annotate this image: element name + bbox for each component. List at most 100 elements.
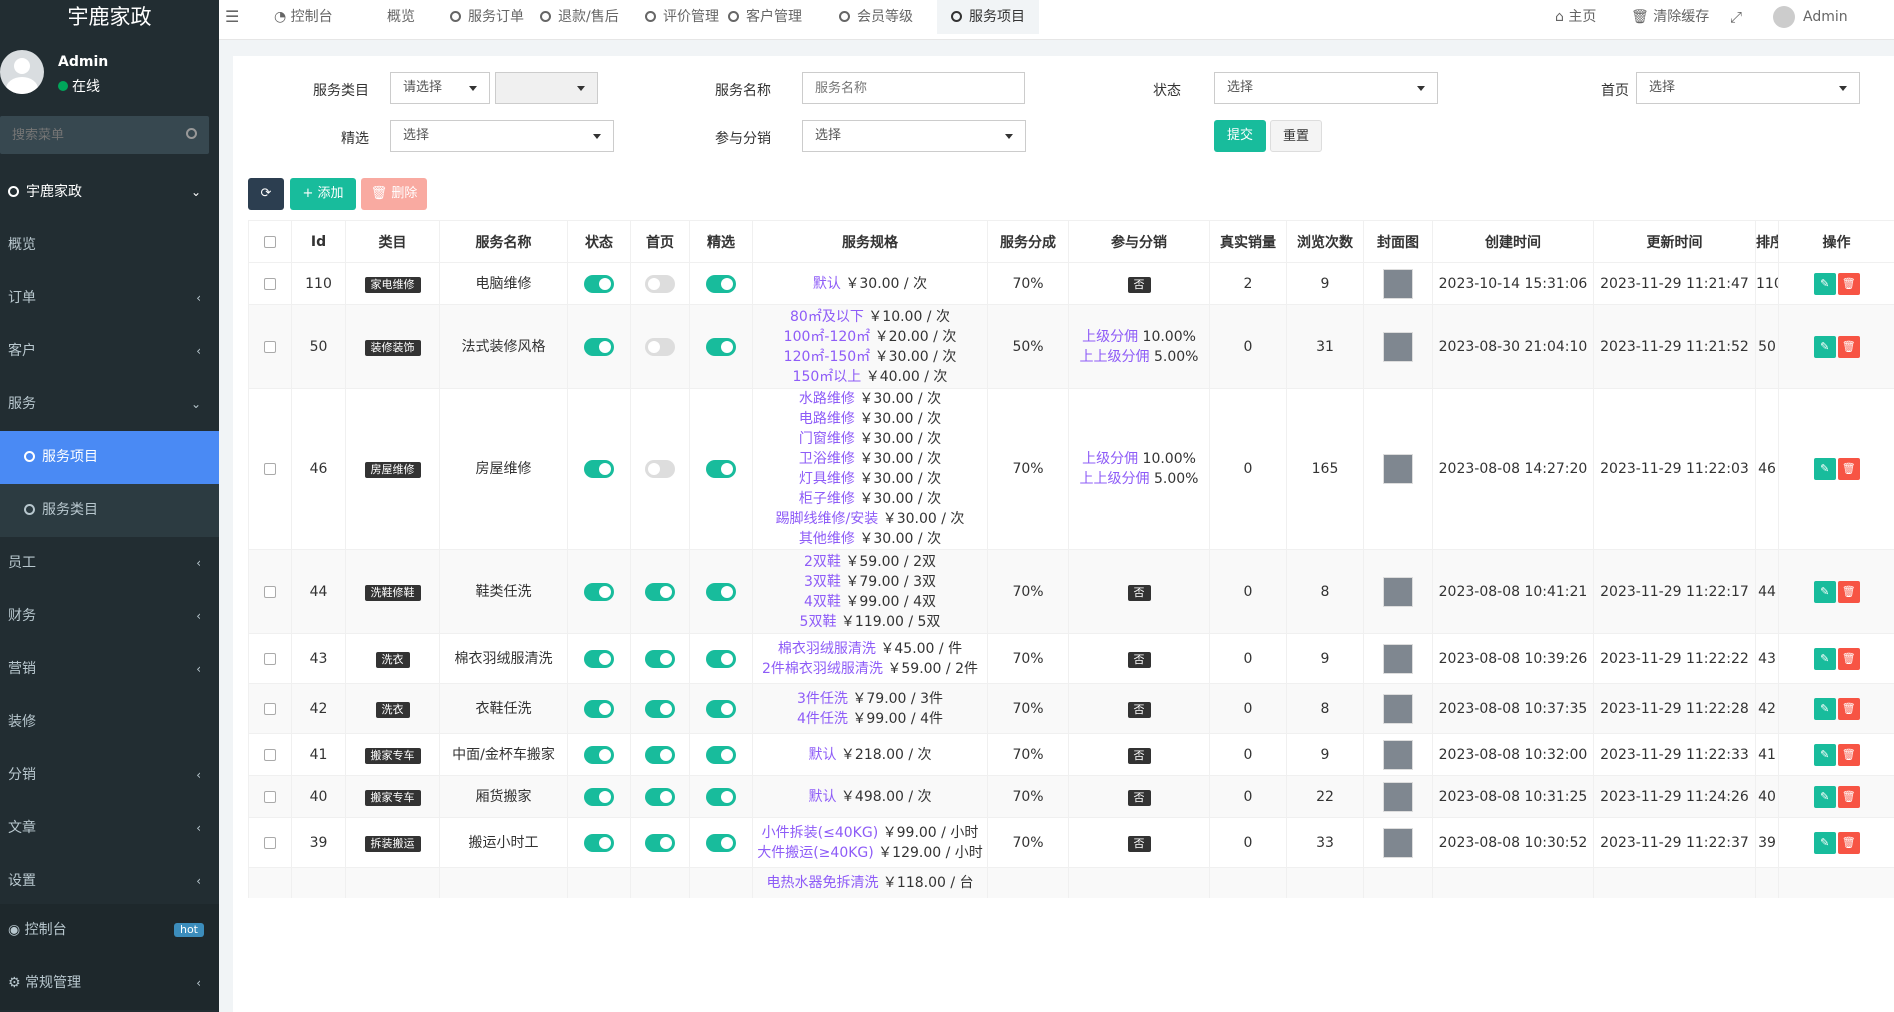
tab-0[interactable]: ◔ 控制台 [260,0,347,34]
column-header[interactable]: 状态 [568,221,631,263]
status-toggle[interactable] [584,460,614,478]
status-toggle[interactable] [584,700,614,718]
column-header[interactable]: 更新时间 [1594,221,1756,263]
sidebar-item-5[interactable]: 服务项目 [0,431,219,484]
featured-toggle[interactable] [706,275,736,293]
home-select[interactable]: 选择 [1636,72,1860,104]
sidebar-item-11[interactable]: 分销‹ [0,749,219,802]
refresh-button[interactable]: ⟳ [248,178,284,210]
featured-toggle[interactable] [706,338,736,356]
column-header[interactable]: 服务分成 [988,221,1069,263]
column-header[interactable]: 排序 [1756,221,1779,263]
column-header[interactable]: 首页 [631,221,690,263]
row-checkbox[interactable] [264,463,276,475]
column-header[interactable]: 封面图 [1364,221,1433,263]
cover-image[interactable] [1383,644,1413,674]
category-select[interactable]: 请选择 [390,72,490,104]
sidebar-item-3[interactable]: 客户‹ [0,325,219,378]
column-header[interactable]: 精选 [690,221,753,263]
home-toggle[interactable] [645,788,675,806]
row-checkbox[interactable] [264,791,276,803]
sidebar-item-1[interactable]: 概览 [0,219,219,272]
cover-image[interactable] [1383,577,1413,607]
cover-image[interactable] [1383,828,1413,858]
status-toggle[interactable] [584,275,614,293]
search-icon[interactable] [186,128,197,139]
edit-button[interactable]: ✎ [1814,786,1836,808]
subcategory-select[interactable] [495,72,598,104]
column-header[interactable]: 类目 [346,221,440,263]
edit-button[interactable]: ✎ [1814,648,1836,670]
app-logo[interactable]: 宇鹿家政 [0,0,219,42]
sidebar-item-0[interactable]: 宇鹿家政⌄ [0,166,219,219]
home-toggle[interactable] [645,338,675,356]
sidebar-item-14[interactable]: ◉ 控制台hot [0,904,219,957]
home-toggle[interactable] [645,275,675,293]
delete-row-button[interactable]: 🗑 [1838,273,1860,295]
fullscreen-icon[interactable]: ⤢ [1730,0,1742,34]
cover-image[interactable] [1383,269,1413,299]
edit-button[interactable]: ✎ [1814,336,1836,358]
delete-row-button[interactable]: 🗑 [1838,786,1860,808]
sidebar-item-4[interactable]: 服务⌄ [0,378,219,431]
delete-row-button[interactable]: 🗑 [1838,458,1860,480]
edit-button[interactable]: ✎ [1814,832,1836,854]
delete-row-button[interactable]: 🗑 [1838,648,1860,670]
sidebar-item-7[interactable]: 员工‹ [0,537,219,590]
row-checkbox[interactable] [264,837,276,849]
edit-button[interactable]: ✎ [1814,458,1836,480]
column-header[interactable]: 服务名称 [440,221,568,263]
sidebar-item-6[interactable]: 服务类目 [0,484,219,537]
home-toggle[interactable] [645,650,675,668]
reset-button[interactable]: 重置 [1270,120,1322,152]
sidebar-item-13[interactable]: 设置‹ [0,855,219,908]
menu-search-input[interactable] [0,116,180,154]
status-toggle[interactable] [584,746,614,764]
sidebar-item-15[interactable]: ⚙ 常规管理‹ [0,957,219,1010]
edit-button[interactable]: ✎ [1814,744,1836,766]
cover-image[interactable] [1383,694,1413,724]
row-checkbox[interactable] [264,341,276,353]
clear-cache-link[interactable]: 🗑 清除缓存 [1631,0,1709,34]
delete-row-button[interactable]: 🗑 [1838,336,1860,358]
column-header[interactable]: 浏览次数 [1287,221,1364,263]
edit-button[interactable]: ✎ [1814,698,1836,720]
edit-button[interactable]: ✎ [1814,581,1836,603]
row-checkbox[interactable] [264,653,276,665]
column-header[interactable]: Id [292,221,346,263]
cover-image[interactable] [1383,740,1413,770]
featured-toggle[interactable] [706,788,736,806]
tab-3[interactable]: 退款/售后 [526,0,633,34]
status-select[interactable]: 选择 [1214,72,1438,104]
tab-5[interactable]: 客户管理 [714,0,816,34]
column-header[interactable]: 真实销量 [1210,221,1287,263]
delete-row-button[interactable]: 🗑 [1838,581,1860,603]
tab-6[interactable]: 会员等级 [825,0,927,34]
status-toggle[interactable] [584,583,614,601]
featured-toggle[interactable] [706,746,736,764]
service-name-input[interactable] [802,72,1025,104]
admin-menu[interactable]: Admin [1773,0,1848,34]
row-checkbox[interactable] [264,749,276,761]
sidebar-item-9[interactable]: 营销‹ [0,643,219,696]
home-link[interactable]: ⌂ 主页 [1555,0,1596,34]
featured-toggle[interactable] [706,650,736,668]
tab-7[interactable]: 服务项目 [937,0,1039,34]
menu-toggle-icon[interactable]: ☰ [219,0,249,34]
cover-image[interactable] [1383,782,1413,812]
cover-image[interactable] [1383,454,1413,484]
distribution-select[interactable]: 选择 [802,120,1026,152]
column-header[interactable]: 服务规格 [753,221,988,263]
delete-row-button[interactable]: 🗑 [1838,832,1860,854]
featured-toggle[interactable] [706,700,736,718]
cover-image[interactable] [1383,332,1413,362]
column-header[interactable]: 参与分销 [1069,221,1210,263]
home-toggle[interactable] [645,583,675,601]
row-checkbox[interactable] [264,586,276,598]
delete-button[interactable]: 🗑 删除 [361,178,427,210]
sidebar-item-12[interactable]: 文章‹ [0,802,219,855]
home-toggle[interactable] [645,460,675,478]
status-toggle[interactable] [584,650,614,668]
edit-button[interactable]: ✎ [1814,273,1836,295]
add-button[interactable]: + 添加 [290,178,356,210]
